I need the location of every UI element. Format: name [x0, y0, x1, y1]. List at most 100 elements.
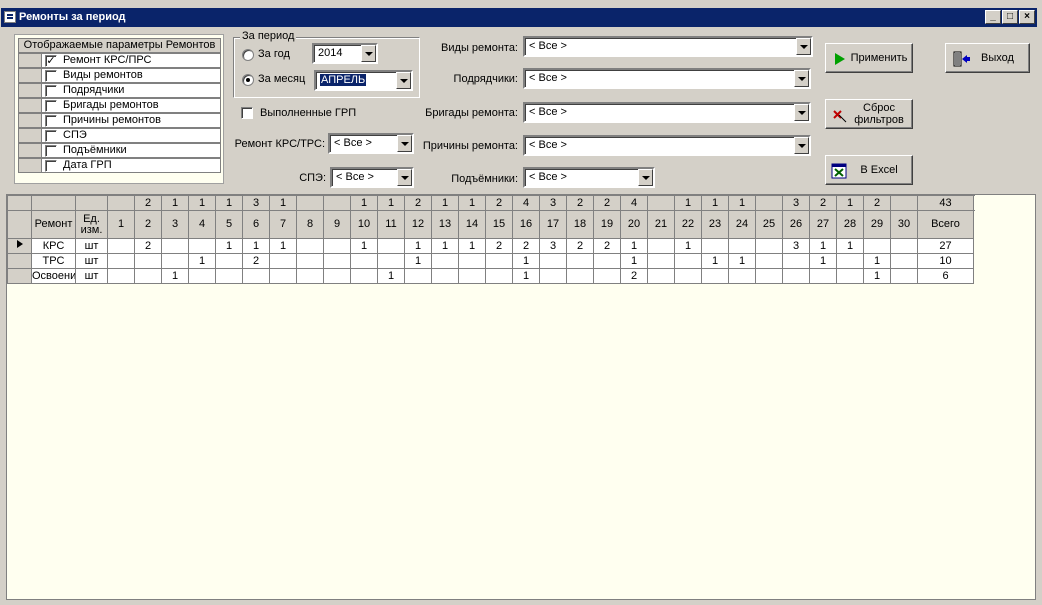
param-row[interactable]: Бригады ремонтов	[18, 98, 221, 113]
day-count-cell[interactable]	[350, 253, 378, 269]
day-count-cell[interactable]	[161, 253, 189, 269]
total-cell[interactable]: 6	[917, 268, 974, 284]
day-count-cell[interactable]	[647, 268, 675, 284]
column-header-unit[interactable]: Ед. изм.	[75, 210, 108, 239]
row-selector[interactable]	[7, 238, 32, 254]
exit-button[interactable]: Выход	[945, 43, 1030, 73]
total-cell[interactable]: 27	[917, 238, 974, 254]
day-count-cell[interactable]	[647, 253, 675, 269]
day-count-cell[interactable]: 1	[458, 238, 486, 254]
day-count-cell[interactable]	[755, 253, 783, 269]
chevron-down-icon[interactable]	[361, 45, 376, 62]
day-count-cell[interactable]	[107, 253, 135, 269]
day-count-cell[interactable]	[728, 268, 756, 284]
day-count-cell[interactable]	[161, 238, 189, 254]
day-count-cell[interactable]: 1	[350, 238, 378, 254]
total-cell[interactable]: 10	[917, 253, 974, 269]
day-count-cell[interactable]: 1	[809, 253, 837, 269]
row-selector[interactable]	[7, 268, 32, 284]
column-header-day[interactable]: 27	[809, 210, 837, 239]
chevron-down-icon[interactable]	[794, 70, 809, 87]
param-row[interactable]: Виды ремонтов	[18, 68, 221, 83]
apply-button[interactable]: Применить	[825, 43, 913, 73]
day-count-cell[interactable]	[701, 268, 729, 284]
day-count-cell[interactable]	[134, 253, 162, 269]
close-button[interactable]: ×	[1019, 10, 1035, 24]
day-count-cell[interactable]	[269, 268, 297, 284]
day-count-cell[interactable]: 1	[512, 268, 540, 284]
day-count-cell[interactable]	[566, 253, 594, 269]
column-header-day[interactable]: 19	[593, 210, 621, 239]
day-count-cell[interactable]	[296, 268, 324, 284]
krs-filter-select[interactable]: < Все >	[328, 133, 414, 154]
unit-cell[interactable]: шт	[75, 238, 108, 254]
year-select[interactable]: 2014	[312, 43, 378, 64]
param-checkbox[interactable]	[45, 145, 57, 157]
day-count-cell[interactable]: 2	[134, 238, 162, 254]
column-header-day[interactable]: 5	[215, 210, 243, 239]
param-checkbox[interactable]	[45, 85, 57, 97]
column-header-total[interactable]: Всего	[917, 210, 974, 239]
chevron-down-icon[interactable]	[396, 72, 411, 89]
day-count-cell[interactable]: 2	[485, 238, 513, 254]
day-count-cell[interactable]	[485, 268, 513, 284]
param-checkbox[interactable]	[45, 115, 57, 127]
column-header-day[interactable]: 25	[755, 210, 783, 239]
day-count-cell[interactable]	[674, 268, 702, 284]
day-count-cell[interactable]	[242, 268, 270, 284]
column-header-day[interactable]: 1	[107, 210, 135, 239]
column-header-day[interactable]: 11	[377, 210, 405, 239]
lifts-filter-select[interactable]: < Все >	[523, 167, 655, 188]
day-count-cell[interactable]	[458, 253, 486, 269]
day-count-cell[interactable]	[458, 268, 486, 284]
table-row[interactable]: ТРС шт 1 2 1 1 1 1 1 1 1 10	[7, 253, 974, 269]
day-count-cell[interactable]: 1	[215, 238, 243, 254]
param-row[interactable]: СПЭ	[18, 128, 221, 143]
day-count-cell[interactable]: 1	[242, 238, 270, 254]
day-count-cell[interactable]: 1	[404, 253, 432, 269]
row-header[interactable]	[18, 83, 42, 98]
day-count-cell[interactable]	[539, 268, 567, 284]
param-checkbox[interactable]	[45, 130, 57, 142]
day-count-cell[interactable]	[647, 238, 675, 254]
day-count-cell[interactable]	[323, 253, 351, 269]
day-count-cell[interactable]	[674, 253, 702, 269]
repair-type-cell[interactable]: Освоени	[31, 268, 76, 284]
grp-checkbox[interactable]	[240, 106, 254, 120]
day-count-cell[interactable]: 1	[620, 253, 648, 269]
chevron-down-icon[interactable]	[794, 104, 809, 121]
day-count-cell[interactable]	[890, 238, 918, 254]
column-header-day[interactable]: 7	[269, 210, 297, 239]
day-count-cell[interactable]: 1	[674, 238, 702, 254]
column-header-day[interactable]: 30	[890, 210, 918, 239]
row-header[interactable]	[18, 158, 42, 173]
day-count-cell[interactable]	[377, 253, 405, 269]
row-header[interactable]	[18, 53, 42, 68]
chevron-down-icon[interactable]	[638, 169, 653, 186]
contractors-filter-select[interactable]: < Все >	[523, 68, 811, 89]
month-select[interactable]: АПРЕЛЬ	[314, 70, 413, 91]
day-count-cell[interactable]: 1	[404, 238, 432, 254]
column-header-day[interactable]: 20	[620, 210, 648, 239]
day-count-cell[interactable]	[431, 268, 459, 284]
month-radio[interactable]	[242, 74, 254, 86]
day-count-cell[interactable]	[782, 268, 810, 284]
param-checkbox[interactable]	[45, 70, 57, 82]
column-header-day[interactable]: 3	[161, 210, 189, 239]
day-count-cell[interactable]: 2	[242, 253, 270, 269]
column-header-day[interactable]: 2	[134, 210, 162, 239]
param-row[interactable]: Подъёмники	[18, 143, 221, 158]
repair-type-cell[interactable]: КРС	[31, 238, 76, 254]
day-count-cell[interactable]	[188, 238, 216, 254]
row-header[interactable]	[18, 143, 42, 158]
maximize-button[interactable]: □	[1002, 10, 1018, 24]
day-count-cell[interactable]: 2	[566, 238, 594, 254]
column-header-day[interactable]: 15	[485, 210, 513, 239]
day-count-cell[interactable]: 1	[188, 253, 216, 269]
column-header-day[interactable]: 4	[188, 210, 216, 239]
chevron-down-icon[interactable]	[794, 137, 809, 154]
day-count-cell[interactable]	[107, 268, 135, 284]
row-header[interactable]	[18, 98, 42, 113]
repair-type-cell[interactable]: ТРС	[31, 253, 76, 269]
param-checkbox[interactable]	[45, 100, 57, 112]
